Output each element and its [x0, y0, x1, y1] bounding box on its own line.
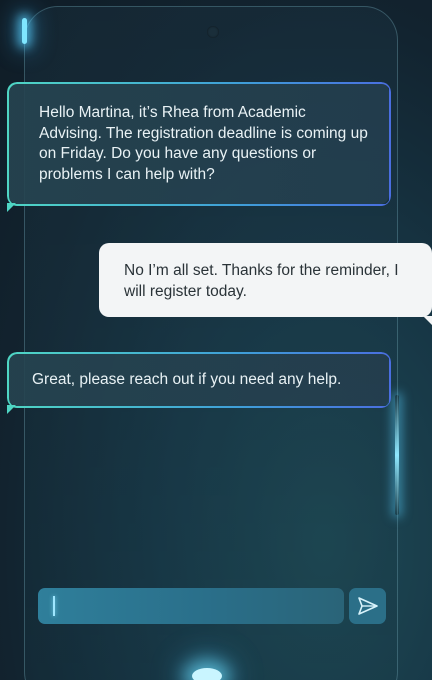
send-button[interactable] — [349, 588, 386, 624]
text-caret — [53, 596, 55, 616]
message-text: Hello Martina, it’s Rhea from Academic A… — [39, 104, 368, 183]
message-composer[interactable] — [38, 588, 344, 624]
edge-glow-bottom — [192, 668, 222, 680]
edge-glow-right — [395, 395, 399, 515]
bubble-tail — [6, 203, 16, 212]
bubble-tail — [423, 316, 432, 325]
message-text: Great, please reach out if you need any … — [32, 371, 342, 388]
camera-dot — [207, 26, 219, 38]
message-input[interactable] — [38, 588, 344, 624]
user-message-bubble: No I’m all set. Thanks for the reminder,… — [99, 243, 432, 325]
agent-message-bubble: Great, please reach out if you need any … — [6, 352, 390, 414]
message-text: No I’m all set. Thanks for the reminder,… — [124, 262, 399, 300]
agent-message-bubble: Hello Martina, it’s Rhea from Academic A… — [6, 82, 390, 212]
bubble-tail — [6, 405, 16, 414]
edge-glow-left — [22, 18, 27, 44]
send-icon — [357, 597, 378, 615]
